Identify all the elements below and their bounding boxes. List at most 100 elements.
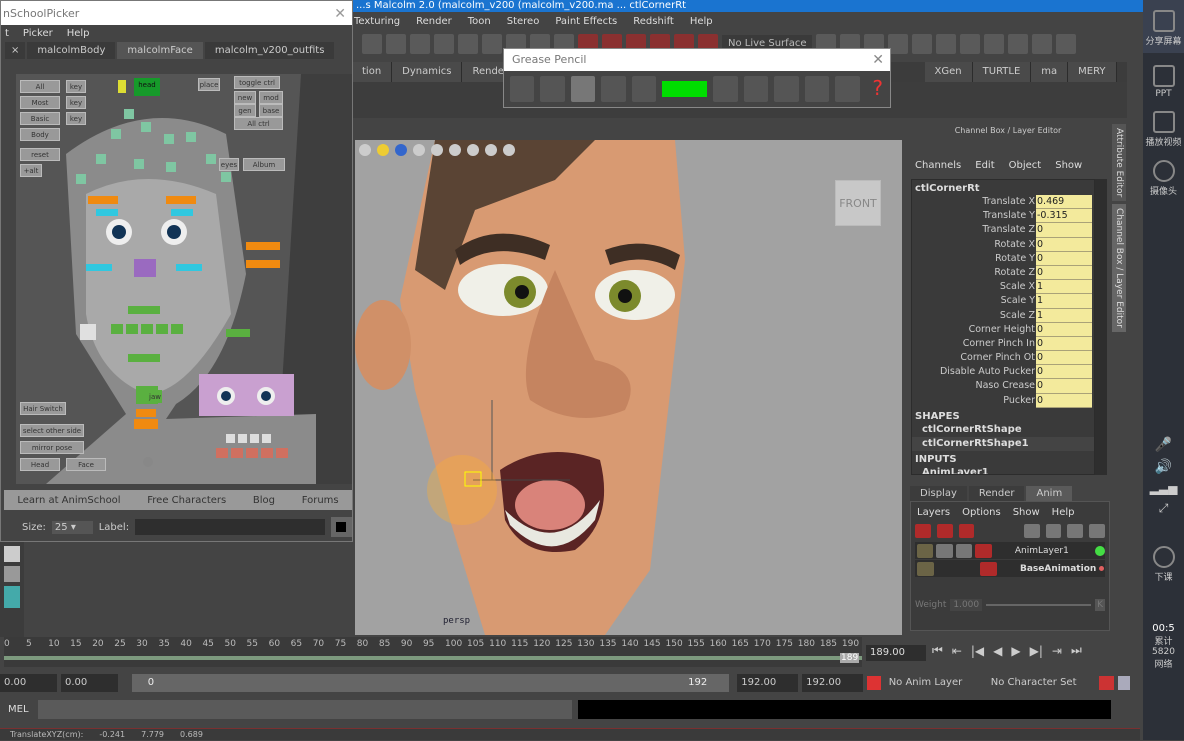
menu-help[interactable]: Help bbox=[690, 16, 713, 27]
surface-icon[interactable] bbox=[434, 34, 454, 54]
shelf-tab-mery[interactable]: MERY bbox=[1068, 62, 1117, 82]
link-learn-animschool[interactable]: Learn at AnimSchool bbox=[17, 495, 120, 506]
weight-slider[interactable] bbox=[986, 604, 1092, 606]
picker-button-body[interactable]: Body bbox=[20, 128, 60, 141]
shelf-tab-turtle[interactable]: TURTLE bbox=[972, 62, 1032, 82]
mel-label[interactable]: MEL bbox=[8, 704, 29, 715]
channel-value[interactable]: 0 bbox=[1036, 336, 1092, 352]
current-frame-field[interactable]: 189.00 bbox=[866, 645, 926, 661]
xray-icon[interactable] bbox=[485, 144, 497, 156]
menu-options[interactable]: Options bbox=[962, 507, 1001, 518]
anim-start-field[interactable]: 0.00 bbox=[60, 674, 118, 692]
channel-value[interactable]: -0.315 bbox=[1036, 209, 1092, 224]
picker-button-mirror-pose[interactable]: mirror pose bbox=[20, 441, 84, 454]
picker-button-select-other-side[interactable]: select other side bbox=[20, 424, 84, 437]
tool-icon[interactable] bbox=[4, 566, 20, 582]
tab-attribute-editor[interactable]: Attribute Editor bbox=[1112, 124, 1126, 202]
play-forward-icon[interactable]: ▶ bbox=[1011, 644, 1020, 658]
ghost-icon[interactable] bbox=[955, 543, 973, 558]
solo-icon[interactable] bbox=[975, 543, 992, 558]
channel-row[interactable]: Translate Y -0.315 bbox=[912, 209, 1094, 224]
picker-button-hair-switch[interactable]: Hair Switch bbox=[20, 402, 66, 415]
end-time-field[interactable]: 192.00 bbox=[737, 674, 799, 692]
channel-value[interactable]: 1 bbox=[1036, 280, 1092, 295]
channel-value[interactable]: 0 bbox=[1036, 322, 1092, 337]
color-swatch[interactable] bbox=[662, 81, 708, 97]
menu-edit[interactable]: t bbox=[5, 28, 9, 39]
tab-display[interactable]: Display bbox=[910, 486, 967, 501]
pencil-icon[interactable] bbox=[570, 76, 596, 102]
step-forward-frame-icon[interactable]: ⇥ bbox=[1052, 644, 1062, 658]
channel-row[interactable]: Scale Z1 bbox=[912, 308, 1094, 323]
channel-row[interactable]: Translate Z0 bbox=[912, 223, 1094, 238]
current-time-marker[interactable]: 189 bbox=[840, 653, 860, 663]
shape-item[interactable]: ctlCornerRtShape bbox=[912, 423, 1094, 437]
wireframe-icon[interactable] bbox=[503, 144, 515, 156]
channel-value[interactable]: 1 bbox=[1036, 294, 1092, 309]
render-frame-icon[interactable] bbox=[912, 34, 932, 54]
hypershade-icon[interactable] bbox=[984, 34, 1004, 54]
end-class-icon[interactable] bbox=[1152, 546, 1175, 568]
shelf-tab-ma[interactable]: ma bbox=[1031, 62, 1069, 82]
layer-row[interactable]: BaseAnimation bbox=[915, 560, 1105, 577]
ppt-label[interactable]: PPT bbox=[1143, 89, 1184, 99]
tab-channel-box[interactable]: Channel Box / Layer Editor bbox=[1112, 204, 1126, 333]
picker-button-place[interactable]: place bbox=[198, 78, 220, 91]
auto-key-icon[interactable] bbox=[1098, 676, 1115, 690]
time-slider[interactable]: 0 5 10 15 20 25 30 35 40 45 50 55 60 65 70 75 80 85 90 95 10… bbox=[4, 637, 862, 667]
share-screen-icon[interactable] bbox=[1152, 10, 1175, 32]
channel-row[interactable]: Rotate Y0 bbox=[912, 251, 1094, 266]
size-dropdown[interactable]: 25 ▾ bbox=[51, 520, 93, 534]
tab-malcolm-body[interactable]: malcolmBody bbox=[27, 42, 116, 59]
tool-settings-icon[interactable] bbox=[1032, 34, 1052, 54]
range-slider[interactable]: 0 192 bbox=[131, 674, 730, 692]
channel-value[interactable]: 0 bbox=[1036, 265, 1092, 281]
link-free-characters[interactable]: Free Characters bbox=[147, 495, 226, 506]
picker-button-album[interactable]: Album bbox=[243, 158, 285, 171]
move-tool-icon[interactable] bbox=[362, 34, 382, 54]
marker-icon[interactable] bbox=[601, 76, 626, 102]
picker-button-base[interactable]: base bbox=[259, 104, 283, 117]
step-back-frame-icon[interactable]: ⇤ bbox=[952, 644, 962, 658]
link-forums[interactable]: Forums bbox=[302, 495, 339, 506]
anim-end-field[interactable]: 192.00 bbox=[802, 674, 863, 692]
move-up-icon[interactable] bbox=[1067, 524, 1084, 538]
lock-icon[interactable] bbox=[917, 561, 934, 576]
ghost-next-icon[interactable] bbox=[774, 76, 799, 102]
close-icon[interactable]: ✕ bbox=[872, 49, 884, 71]
attribute-editor-icon[interactable] bbox=[1008, 34, 1028, 54]
tab-malcolm-face[interactable]: malcolmFace bbox=[117, 42, 203, 59]
menu-show[interactable]: Show bbox=[1055, 160, 1082, 171]
tab-malcolm-outfits[interactable]: malcolm_v200_outfits bbox=[204, 42, 335, 59]
picker-button-new[interactable]: new bbox=[234, 91, 256, 104]
menu-render[interactable]: Render bbox=[416, 16, 452, 27]
soft-pencil-icon[interactable] bbox=[631, 76, 657, 102]
ghost-prev-icon[interactable] bbox=[743, 76, 769, 102]
picker-canvas[interactable]: All key Most key Basic key Body reset +a… bbox=[16, 74, 352, 484]
channel-value[interactable]: 0 bbox=[1036, 237, 1092, 252]
tool-icon[interactable] bbox=[4, 586, 20, 608]
tab-close-icon[interactable]: × bbox=[5, 42, 26, 59]
menu-picker[interactable]: Picker bbox=[23, 28, 53, 39]
label-input[interactable] bbox=[135, 519, 325, 535]
key-layer-icon[interactable] bbox=[936, 524, 953, 538]
ipr-icon[interactable] bbox=[936, 34, 956, 54]
lock-icon[interactable] bbox=[917, 543, 934, 558]
channel-value[interactable]: 0 bbox=[1036, 251, 1092, 266]
channel-row[interactable]: Corner Pinch Ot 0 bbox=[912, 351, 1094, 366]
channel-row[interactable]: Corner Height 0 bbox=[912, 322, 1094, 337]
light-icon[interactable] bbox=[377, 144, 389, 156]
menu-help[interactable]: Help bbox=[1052, 507, 1075, 518]
step-back-key-icon[interactable]: |◀ bbox=[971, 644, 984, 658]
step-forward-key-icon[interactable]: ▶| bbox=[1030, 644, 1043, 658]
fullscreen-icon[interactable]: ⤢ bbox=[1143, 501, 1184, 516]
tool-icon[interactable] bbox=[4, 546, 20, 562]
channel-value[interactable]: 0 bbox=[1036, 379, 1092, 394]
camera-label[interactable]: 摄像头 bbox=[1143, 184, 1184, 197]
joint-icon[interactable] bbox=[386, 34, 406, 54]
channel-value[interactable]: 1 bbox=[1036, 308, 1092, 323]
tab-render[interactable]: Render bbox=[968, 486, 1025, 501]
particle-icon[interactable] bbox=[482, 34, 502, 54]
ao-icon[interactable] bbox=[413, 144, 425, 156]
picker-button-eyes[interactable]: eyes bbox=[219, 158, 239, 171]
